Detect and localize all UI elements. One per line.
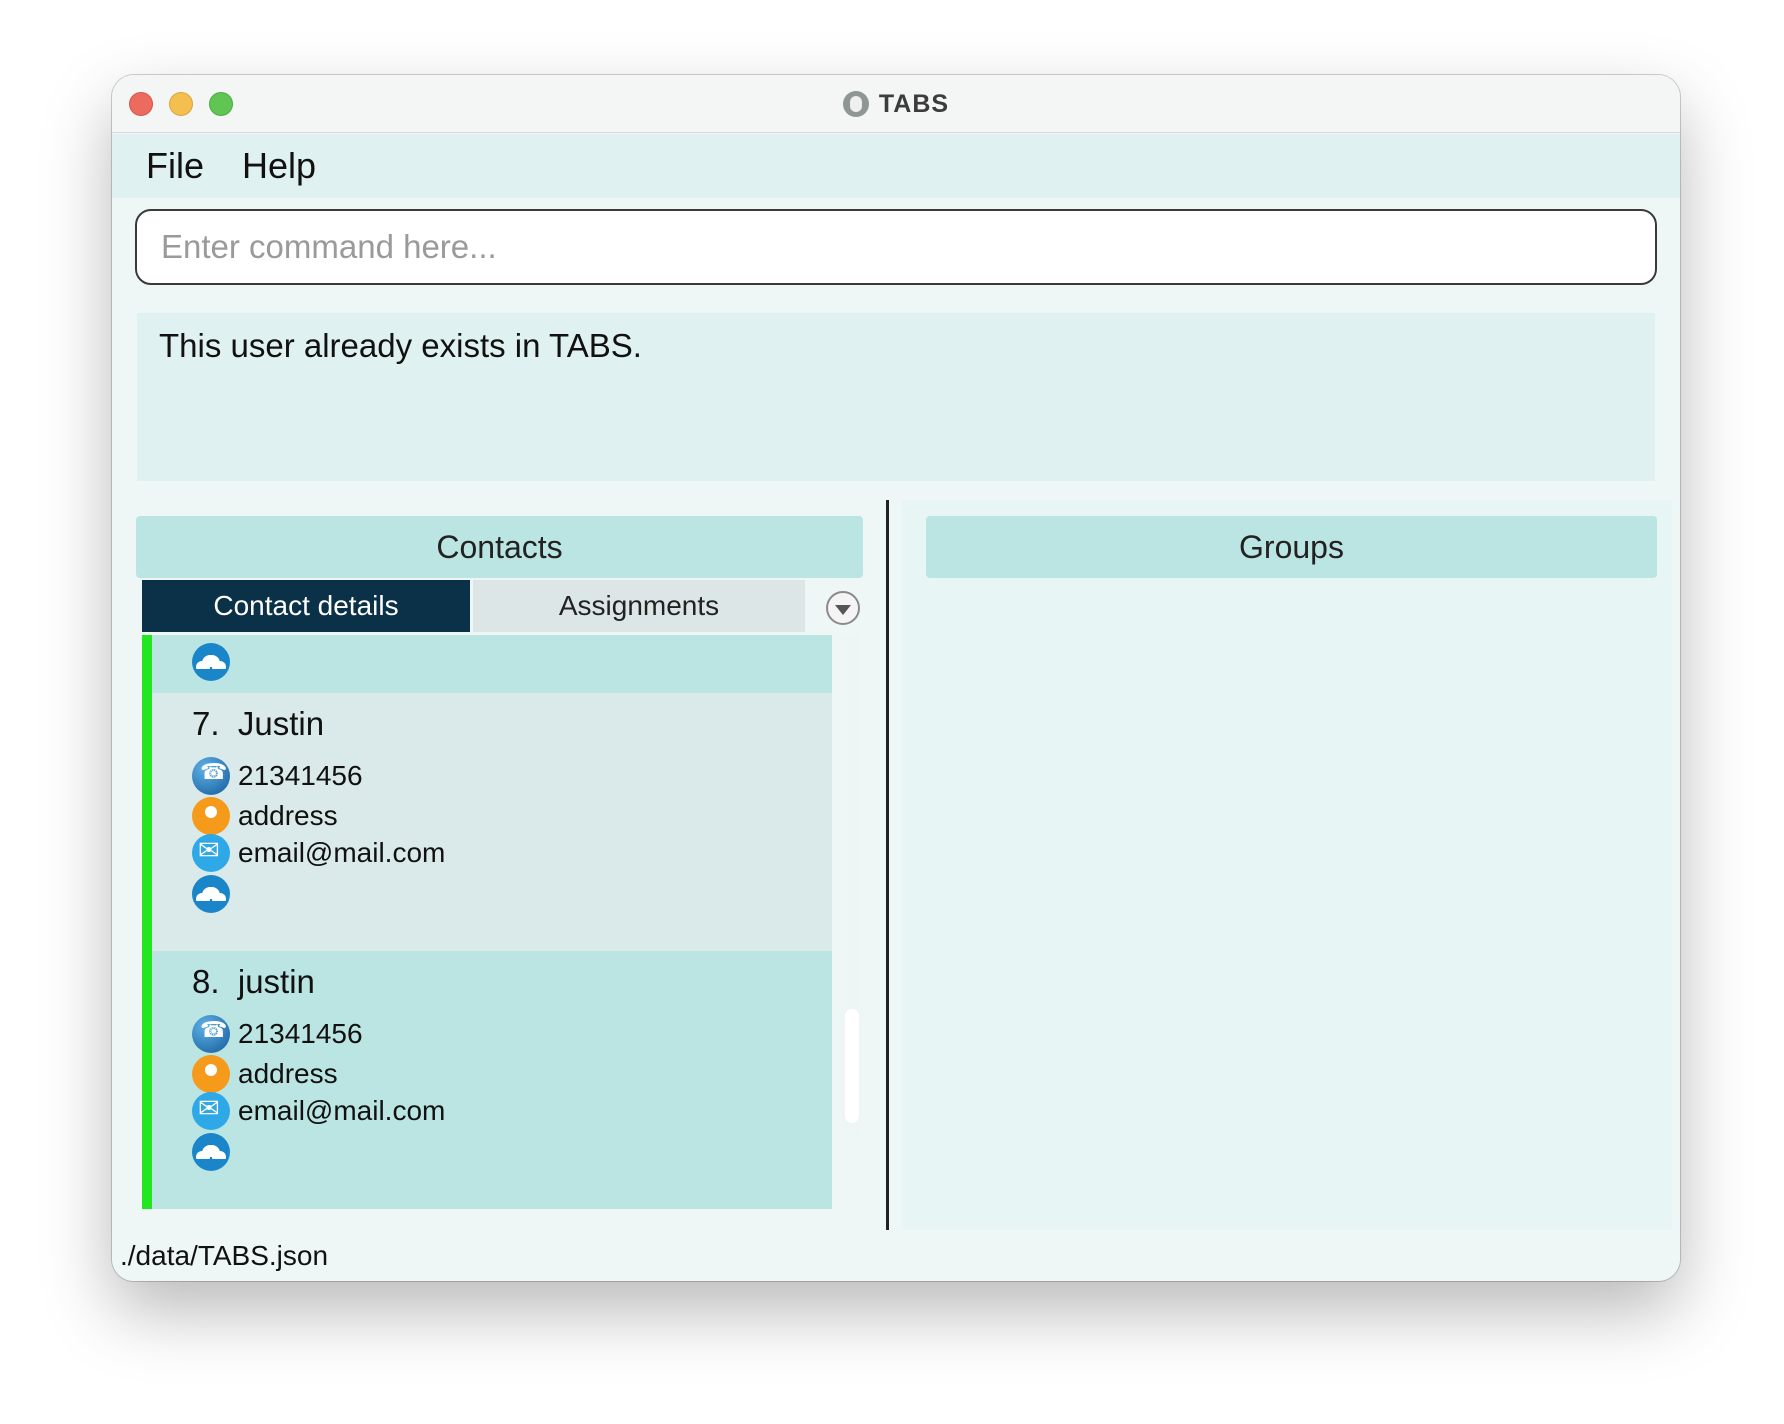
status-bar: ./data/TABS.json bbox=[112, 1230, 1680, 1281]
contact-groups-row bbox=[192, 1133, 230, 1171]
contact-name: Justin bbox=[237, 705, 325, 742]
contact-phone-row: 21341456 bbox=[192, 1015, 363, 1053]
app-window: TABS File Help This user already exists … bbox=[112, 75, 1680, 1281]
contact-index: 8. bbox=[192, 963, 220, 1000]
group-icon bbox=[192, 875, 230, 913]
list-item[interactable]: 7. Justin 21341456 address email@mail.co… bbox=[142, 693, 832, 951]
tab-menu-dropdown[interactable] bbox=[826, 591, 860, 625]
contact-name-line: 7. Justin bbox=[192, 705, 324, 743]
contact-name-line: 8. justin bbox=[192, 963, 315, 1001]
contact-email: email@mail.com bbox=[238, 837, 446, 868]
contact-email-row: email@mail.com bbox=[192, 1092, 445, 1130]
menu-file[interactable]: File bbox=[146, 145, 204, 187]
tab-assignments[interactable]: Assignments bbox=[473, 580, 805, 632]
contact-name: justin bbox=[237, 963, 315, 1000]
paw-icon bbox=[842, 91, 869, 117]
contact-email-row: email@mail.com bbox=[192, 834, 445, 872]
email-icon bbox=[192, 834, 230, 872]
groups-header: Groups bbox=[926, 516, 1657, 578]
command-input[interactable] bbox=[135, 209, 1657, 285]
contact-address-row: address bbox=[192, 1055, 338, 1093]
location-pin-icon bbox=[192, 797, 230, 835]
tab-contact-details[interactable]: Contact details bbox=[142, 580, 470, 632]
contacts-header: Contacts bbox=[136, 516, 863, 578]
save-file-path: ./data/TABS.json bbox=[120, 1239, 329, 1271]
menu-help[interactable]: Help bbox=[242, 145, 316, 187]
group-icon bbox=[192, 1133, 230, 1171]
contact-address: address bbox=[238, 1058, 338, 1089]
title-bar: TABS bbox=[112, 75, 1680, 133]
list-item[interactable] bbox=[142, 635, 832, 693]
split-pane-divider[interactable] bbox=[886, 500, 889, 1230]
contact-list-scrollbar-thumb[interactable] bbox=[845, 1009, 859, 1123]
contact-groups-row bbox=[192, 643, 230, 681]
contact-index: 7. bbox=[192, 705, 220, 742]
phone-icon bbox=[192, 757, 230, 795]
list-item[interactable]: 8. justin 21341456 address email@mail.co… bbox=[142, 951, 832, 1209]
email-icon bbox=[192, 1092, 230, 1130]
contact-phone-row: 21341456 bbox=[192, 757, 363, 795]
location-pin-icon bbox=[192, 1055, 230, 1093]
contact-email: email@mail.com bbox=[238, 1095, 446, 1126]
contact-address: address bbox=[238, 800, 338, 831]
contact-list[interactable]: 7. Justin 21341456 address email@mail.co… bbox=[142, 635, 832, 1225]
menu-bar: File Help bbox=[112, 134, 1680, 198]
window-title: TABS bbox=[878, 89, 950, 118]
contact-phone: 21341456 bbox=[238, 1018, 363, 1049]
result-display: This user already exists in TABS. bbox=[137, 313, 1655, 481]
window-title-group: TABS bbox=[112, 75, 1680, 133]
contact-address-row: address bbox=[192, 797, 338, 835]
phone-icon bbox=[192, 1015, 230, 1053]
contact-groups-row bbox=[192, 875, 230, 913]
group-icon bbox=[192, 643, 230, 681]
contact-phone: 21341456 bbox=[238, 760, 363, 791]
groups-pane bbox=[902, 500, 1672, 1230]
